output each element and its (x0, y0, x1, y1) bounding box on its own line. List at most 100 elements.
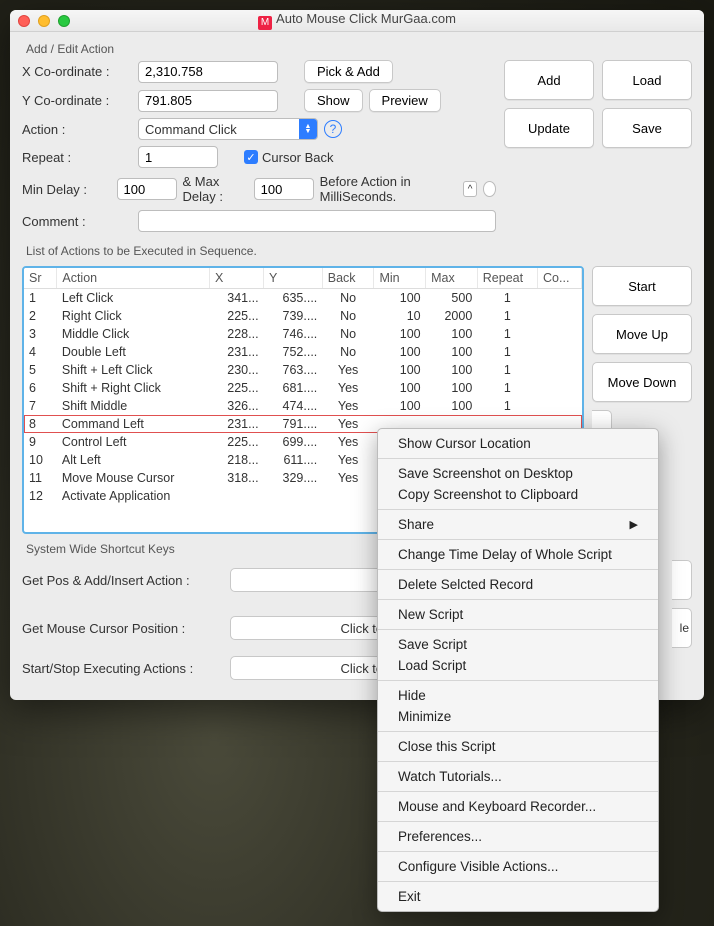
disclosure-button[interactable]: ^ (463, 181, 476, 197)
radio-indicator[interactable] (483, 181, 496, 197)
context-menu[interactable]: Show Cursor Location Save Screenshot on D… (377, 428, 659, 912)
menu-item-label: Exit (398, 889, 421, 904)
show-button[interactable]: Show (304, 89, 363, 112)
repeat-label: Repeat : (22, 150, 132, 165)
table-row[interactable]: 7Shift Middle326...474....Yes1001001 (24, 397, 582, 415)
table-row[interactable]: 5Shift + Left Click230...763....Yes10010… (24, 361, 582, 379)
close-icon[interactable] (18, 15, 30, 27)
comment-label: Comment : (22, 214, 132, 229)
help-icon[interactable]: ? (324, 120, 342, 138)
table-row[interactable]: 4Double Left231...752....No1001001 (24, 343, 582, 361)
table-row[interactable]: 6Shift + Right Click225...681....Yes1001… (24, 379, 582, 397)
action-label: Action : (22, 122, 132, 137)
repeat-input[interactable] (138, 146, 218, 168)
menu-item[interactable]: Load Script (378, 655, 658, 676)
comment-input[interactable] (138, 210, 496, 232)
menu-separator (378, 881, 658, 882)
window-title-text: Auto Mouse Click MurGaa.com (276, 11, 456, 26)
column-header[interactable]: Y (264, 268, 323, 289)
update-button[interactable]: Update (504, 108, 594, 148)
menu-item-label: Close this Script (398, 739, 496, 754)
zoom-icon[interactable] (58, 15, 70, 27)
load-button[interactable]: Load (602, 60, 692, 100)
column-header[interactable]: Min (374, 268, 426, 289)
table-row[interactable]: 3Middle Click228...746....No1001001 (24, 325, 582, 343)
menu-item-label: Minimize (398, 709, 451, 724)
cursor-back-label: Cursor Back (262, 150, 334, 165)
menu-item[interactable]: Change Time Delay of Whole Script (378, 544, 658, 565)
checkmark-icon: ✓ (244, 150, 258, 164)
menu-item[interactable]: New Script (378, 604, 658, 625)
max-delay-input[interactable] (254, 178, 314, 200)
move-up-button[interactable]: Move Up (592, 314, 692, 354)
menu-item[interactable]: Delete Selcted Record (378, 574, 658, 595)
max-delay-label: & Max Delay : (183, 174, 248, 204)
y-coord-label: Y Co-ordinate : (22, 93, 132, 108)
min-delay-input[interactable] (117, 178, 177, 200)
add-edit-section-label: Add / Edit Action (26, 42, 692, 56)
titlebar[interactable]: M Auto Mouse Click MurGaa.com (10, 10, 704, 32)
menu-item-label: Mouse and Keyboard Recorder... (398, 799, 596, 814)
menu-separator (378, 680, 658, 681)
x-coord-input[interactable] (138, 61, 278, 83)
list-section-label: List of Actions to be Executed in Sequen… (26, 244, 692, 258)
menu-item-label: Copy Screenshot to Clipboard (398, 487, 578, 502)
menu-separator (378, 569, 658, 570)
window-title: M Auto Mouse Click MurGaa.com (10, 11, 704, 30)
partial-button-3[interactable] (672, 560, 692, 600)
column-header[interactable]: Repeat (477, 268, 537, 289)
menu-item-label: Hide (398, 688, 426, 703)
menu-item-label: Preferences... (398, 829, 482, 844)
column-header[interactable]: Max (426, 268, 478, 289)
app-icon: M (258, 16, 272, 30)
menu-item[interactable]: Close this Script (378, 736, 658, 757)
column-header[interactable]: X (210, 268, 264, 289)
menu-item[interactable]: Watch Tutorials... (378, 766, 658, 787)
column-header[interactable]: Co... (538, 268, 582, 289)
menu-item-label: Configure Visible Actions... (398, 859, 558, 874)
start-button[interactable]: Start (592, 266, 692, 306)
menu-separator (378, 458, 658, 459)
action-select[interactable]: Command Click ▲▼ (138, 118, 318, 140)
move-down-button[interactable]: Move Down (592, 362, 692, 402)
traffic-lights (18, 15, 70, 27)
pick-add-button[interactable]: Pick & Add (304, 60, 393, 83)
add-button[interactable]: Add (504, 60, 594, 100)
menu-separator (378, 629, 658, 630)
menu-item[interactable]: Save Screenshot on Desktop (378, 463, 658, 484)
menu-item-label: Save Script (398, 637, 467, 652)
save-button[interactable]: Save (602, 108, 692, 148)
min-delay-label: Min Delay : (22, 182, 111, 197)
menu-item[interactable]: Hide (378, 685, 658, 706)
menu-item[interactable]: Preferences... (378, 826, 658, 847)
partial-button-4[interactable]: le (672, 608, 692, 648)
table-row[interactable]: 1Left Click341...635....No1005001 (24, 289, 582, 308)
chevron-updown-icon: ▲▼ (299, 119, 317, 139)
menu-item[interactable]: Save Script (378, 634, 658, 655)
menu-item[interactable]: Show Cursor Location (378, 433, 658, 454)
menu-separator (378, 761, 658, 762)
menu-separator (378, 731, 658, 732)
y-coord-input[interactable] (138, 90, 278, 112)
menu-item[interactable]: Share▶ (378, 514, 658, 535)
menu-item[interactable]: Copy Screenshot to Clipboard (378, 484, 658, 505)
menu-item-label: Save Screenshot on Desktop (398, 466, 573, 481)
preview-button[interactable]: Preview (369, 89, 441, 112)
menu-item[interactable]: Exit (378, 886, 658, 907)
menu-item[interactable]: Mouse and Keyboard Recorder... (378, 796, 658, 817)
menu-separator (378, 509, 658, 510)
get-mouse-label: Get Mouse Cursor Position : (22, 621, 222, 636)
menu-item[interactable]: Minimize (378, 706, 658, 727)
menu-separator (378, 851, 658, 852)
menu-separator (378, 599, 658, 600)
menu-item-label: Show Cursor Location (398, 436, 531, 451)
cursor-back-checkbox[interactable]: ✓ Cursor Back (244, 150, 334, 165)
column-header[interactable]: Sr (24, 268, 57, 289)
minimize-icon[interactable] (38, 15, 50, 27)
column-header[interactable]: Back (322, 268, 374, 289)
menu-item[interactable]: Configure Visible Actions... (378, 856, 658, 877)
column-header[interactable]: Action (57, 268, 210, 289)
menu-separator (378, 821, 658, 822)
action-select-value: Command Click (145, 122, 237, 137)
table-row[interactable]: 2Right Click225...739....No1020001 (24, 307, 582, 325)
